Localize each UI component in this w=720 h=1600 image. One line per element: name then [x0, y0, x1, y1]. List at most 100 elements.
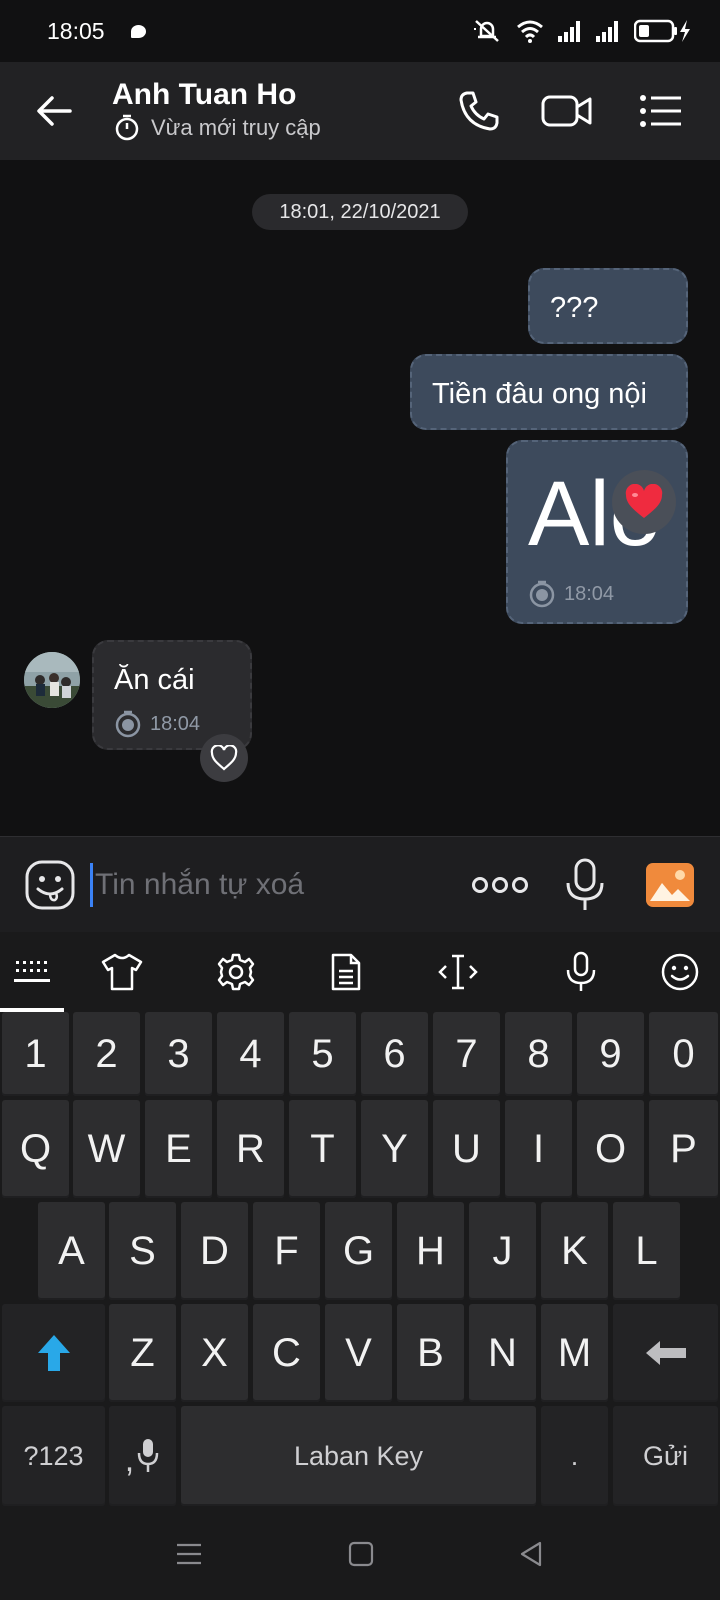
- key-o[interactable]: O: [577, 1100, 644, 1198]
- presence-status: Vừa mới truy cập: [113, 114, 321, 142]
- key-4[interactable]: 4: [217, 1012, 284, 1096]
- key-y[interactable]: Y: [361, 1100, 428, 1198]
- keyboard-layout-button[interactable]: [4, 944, 60, 1000]
- key-7[interactable]: 7: [433, 1012, 500, 1096]
- home-button[interactable]: [336, 1532, 386, 1576]
- key-i[interactable]: I: [505, 1100, 572, 1198]
- key-z[interactable]: Z: [109, 1304, 176, 1402]
- key-g[interactable]: G: [325, 1202, 392, 1300]
- wifi-icon: [517, 20, 543, 43]
- status-bar: 18:05: [0, 0, 720, 62]
- emoji-face-icon: [25, 860, 75, 910]
- text-caret: [90, 863, 93, 907]
- contact-name[interactable]: Anh Tuan Ho: [112, 78, 296, 112]
- period-key[interactable]: .: [541, 1406, 608, 1506]
- key-x[interactable]: X: [181, 1304, 248, 1402]
- keyboard-toolbar: [0, 932, 720, 1012]
- microphone-icon: [566, 858, 604, 910]
- status-icons: [472, 14, 692, 48]
- voice-message-button[interactable]: [562, 857, 608, 913]
- image-gallery-icon: [646, 863, 694, 907]
- system-navigation-bar: [0, 1510, 720, 1600]
- key-5[interactable]: 5: [289, 1012, 356, 1096]
- message-text: Ăn cái: [114, 664, 195, 696]
- message-bubble-outgoing[interactable]: ???: [528, 268, 688, 344]
- message-bubble-outgoing[interactable]: Alo 18:04: [506, 440, 688, 624]
- add-reaction-button[interactable]: [200, 734, 248, 782]
- key-v[interactable]: V: [325, 1304, 392, 1402]
- space-key[interactable]: Laban Key: [181, 1406, 536, 1506]
- avatar-photo: [24, 652, 80, 708]
- key-9[interactable]: 9: [577, 1012, 644, 1096]
- phone-icon: [459, 91, 499, 131]
- key-h[interactable]: H: [397, 1202, 464, 1300]
- virtual-keyboard: 1 2 3 4 5 6 7 8 9 0 Q W E R T Y U I O P …: [0, 1012, 720, 1510]
- date-separator: 18:01, 22/10/2021: [252, 194, 468, 230]
- emoji-keyboard-button[interactable]: [652, 944, 708, 1000]
- back-nav-button[interactable]: [506, 1532, 556, 1576]
- message-bubble-outgoing[interactable]: Tiền đâu ong nội: [410, 354, 688, 430]
- keyboard-theme-button[interactable]: [94, 944, 150, 1000]
- video-camera-icon: [541, 95, 592, 127]
- gallery-button[interactable]: [644, 859, 696, 911]
- triangle-back-icon: [520, 1541, 542, 1567]
- symbols-key[interactable]: ?123: [2, 1406, 105, 1506]
- key-a[interactable]: A: [38, 1202, 105, 1300]
- key-r[interactable]: R: [217, 1100, 284, 1198]
- microphone-icon: [137, 1439, 159, 1472]
- key-q[interactable]: Q: [2, 1100, 69, 1198]
- voice-call-button[interactable]: [452, 84, 506, 138]
- comma-key[interactable]: ,: [109, 1406, 176, 1506]
- key-6[interactable]: 6: [361, 1012, 428, 1096]
- sticker-button[interactable]: [24, 859, 76, 911]
- key-t[interactable]: T: [289, 1100, 356, 1198]
- message-reaction[interactable]: [612, 470, 676, 534]
- message-input[interactable]: Tin nhắn tự xoá: [90, 861, 450, 909]
- more-dots-icon: [472, 877, 528, 893]
- message-list[interactable]: 18:01, 22/10/2021 ??? Tiền đâu ong nội A…: [0, 160, 720, 836]
- send-key[interactable]: Gửi: [613, 1406, 718, 1506]
- chat-menu-button[interactable]: [634, 84, 688, 138]
- mute-bell-icon: [474, 20, 499, 42]
- recent-apps-button[interactable]: [164, 1532, 214, 1576]
- key-j[interactable]: J: [469, 1202, 536, 1300]
- key-d[interactable]: D: [181, 1202, 248, 1300]
- key-c[interactable]: C: [253, 1304, 320, 1402]
- key-e[interactable]: E: [145, 1100, 212, 1198]
- key-b[interactable]: B: [397, 1304, 464, 1402]
- smiley-icon: [661, 953, 699, 991]
- key-2[interactable]: 2: [73, 1012, 140, 1096]
- key-s[interactable]: S: [109, 1202, 176, 1300]
- key-p[interactable]: P: [649, 1100, 718, 1198]
- timer-icon: [115, 710, 141, 738]
- voice-input-button[interactable]: [553, 944, 609, 1000]
- message-text: Tiền đâu ong nội: [432, 378, 647, 410]
- video-call-button[interactable]: [540, 84, 594, 138]
- key-w[interactable]: W: [73, 1100, 140, 1198]
- clipboard-button[interactable]: [318, 944, 374, 1000]
- chat-header: Anh Tuan Ho Vừa mới truy cập: [0, 62, 720, 160]
- key-n[interactable]: N: [469, 1304, 536, 1402]
- battery-charging-icon: [634, 19, 690, 43]
- key-f[interactable]: F: [253, 1202, 320, 1300]
- backspace-key[interactable]: [613, 1304, 718, 1402]
- tshirt-icon: [101, 953, 143, 991]
- key-8[interactable]: 8: [505, 1012, 572, 1096]
- cursor-control-button[interactable]: [430, 944, 486, 1000]
- key-k[interactable]: K: [541, 1202, 608, 1300]
- contact-avatar[interactable]: [24, 652, 80, 708]
- more-options-button[interactable]: [470, 865, 530, 905]
- shift-key[interactable]: [2, 1304, 105, 1402]
- key-3[interactable]: 3: [145, 1012, 212, 1096]
- keyboard-settings-button[interactable]: [208, 944, 264, 1000]
- signal-2-icon: [596, 21, 618, 42]
- key-m[interactable]: M: [541, 1304, 608, 1402]
- keyboard-icon: [14, 961, 50, 982]
- key-1[interactable]: 1: [2, 1012, 69, 1096]
- key-l[interactable]: L: [613, 1202, 680, 1300]
- back-button[interactable]: [30, 86, 80, 136]
- message-meta: 18:04: [528, 580, 614, 608]
- message-input-placeholder: Tin nhắn tự xoá: [95, 868, 305, 901]
- key-u[interactable]: U: [433, 1100, 500, 1198]
- key-0[interactable]: 0: [649, 1012, 718, 1096]
